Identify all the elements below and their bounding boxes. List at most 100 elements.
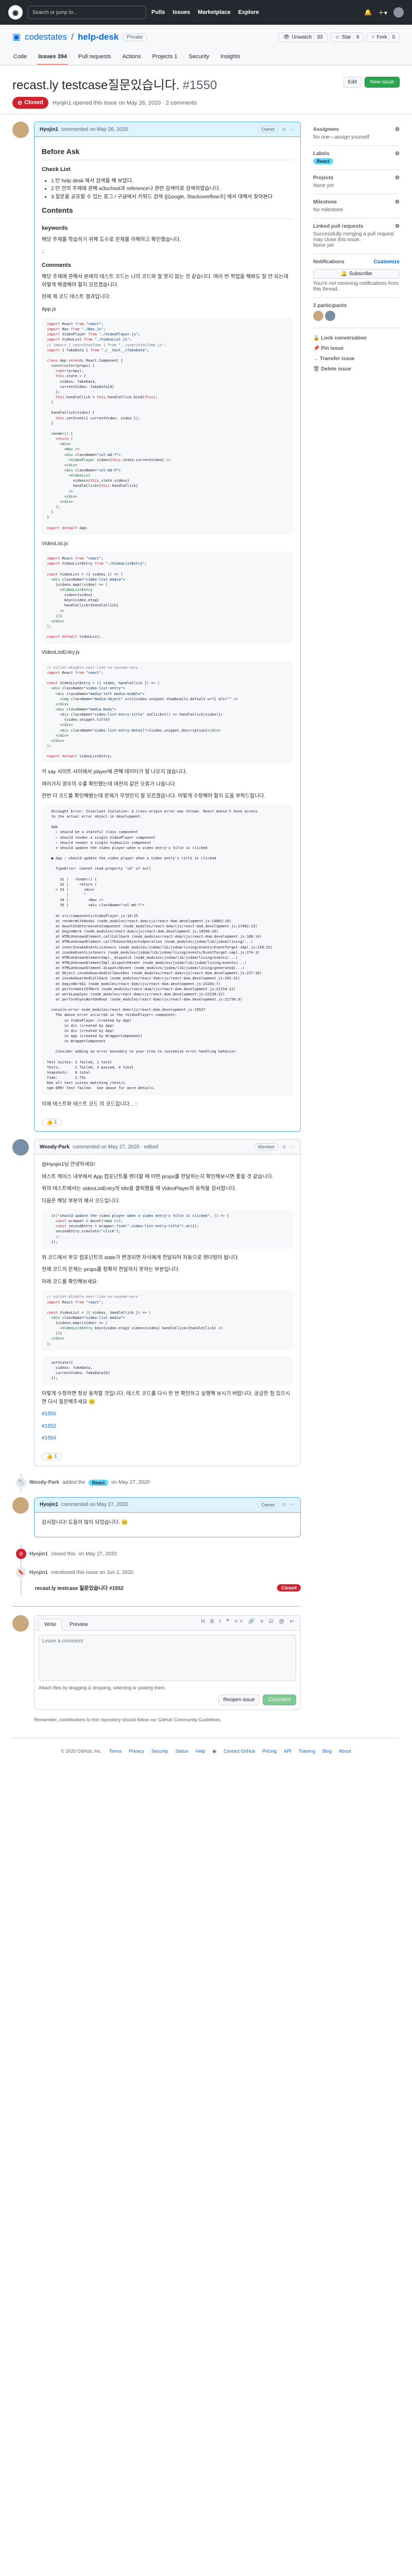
delete-issue[interactable]: 🗑 Delete issue [313, 364, 400, 375]
smiley-icon[interactable]: ☺ [282, 127, 287, 132]
issue-header: recast.ly testcase질문있습니다. #1550 Edit New … [0, 65, 412, 114]
nav-issues[interactable]: Issues [173, 9, 190, 15]
tab-security[interactable]: Security [188, 49, 211, 65]
nav-explore[interactable]: Explore [238, 9, 259, 15]
footer-link[interactable]: API [284, 1749, 291, 1754]
nav-marketplace[interactable]: Marketplace [198, 9, 231, 15]
kebab-icon[interactable]: ⋯ [290, 1502, 295, 1507]
sidebar-heading[interactable]: Projects [313, 175, 333, 181]
footer-link[interactable]: Privacy [129, 1749, 144, 1754]
sidebar-heading[interactable]: Labels [313, 151, 330, 157]
comment-author[interactable]: Hyojin1 [40, 1502, 58, 1507]
nav-pulls[interactable]: Pulls [151, 9, 165, 15]
repo-owner-link[interactable]: codestates [25, 32, 67, 42]
footer-link[interactable]: Pricing [263, 1749, 277, 1754]
tab-issues[interactable]: Issues 394 [37, 49, 68, 65]
comment-timestamp[interactable]: commented on May 27, 2020 · edited [73, 1144, 158, 1150]
comment-textarea[interactable]: Leave a comment [39, 1635, 296, 1682]
subscribe-label: Subscribe [349, 271, 372, 277]
role-badge: Owner [258, 126, 279, 133]
avatar[interactable] [12, 1615, 29, 1632]
smiley-icon[interactable]: ☺ [282, 1502, 287, 1507]
footer-link[interactable]: Status [175, 1749, 188, 1754]
footer-link[interactable]: Security [151, 1749, 168, 1754]
customize-link[interactable]: Customize [373, 259, 400, 265]
gear-icon[interactable]: ⚙ [395, 151, 400, 157]
tab-write[interactable]: Write [39, 1619, 62, 1631]
event-time[interactable]: on May 27, 2020 [78, 1551, 117, 1557]
pin-issue[interactable]: 📌 Pin issue [313, 344, 400, 354]
event-time[interactable]: on May 27, 2020 [111, 1480, 150, 1485]
issue-link[interactable]: #1550 [42, 1411, 56, 1417]
toolbar-icons[interactable]: H B I ❝ <> 🔗 ≡ ☑ @ ↩ [201, 1619, 296, 1630]
transfer-label: Transfer issue [319, 356, 355, 362]
new-issue-button[interactable]: New issue [364, 77, 400, 88]
user-avatar[interactable] [393, 7, 404, 18]
plus-icon[interactable]: ＋▾ [378, 8, 387, 17]
footer-link[interactable]: About [339, 1749, 351, 1754]
tab-pull-requests[interactable]: Pull requests [77, 49, 112, 65]
event-actor[interactable]: Woody-Park [29, 1480, 59, 1485]
timeline-comment: Hyojin1 commented on May 26, 2020 Owner … [12, 122, 301, 1132]
gear-icon[interactable]: ⚙ [395, 224, 400, 229]
fork-button[interactable]: ⑂ Fork 0 [367, 32, 400, 42]
comment-timestamp[interactable]: commented on May 27, 2020 [61, 1502, 128, 1507]
sidebar-heading[interactable]: Milestone [313, 199, 337, 205]
attach-hint[interactable]: Attach files by dragging & dropping, sel… [39, 1685, 296, 1690]
tab-projects[interactable]: Projects 1 [151, 49, 179, 65]
footer-link[interactable]: Help [196, 1749, 205, 1754]
comment-button[interactable]: Comment [262, 1694, 296, 1706]
label-react[interactable]: React [88, 1479, 109, 1486]
bell-icon[interactable]: 🔔 [364, 9, 372, 16]
error-text-2: 여러가지 경우의 수를 확인했는데 여전히 같은 오류가 나옵니다. [42, 781, 177, 787]
kebab-icon[interactable]: ⋯ [290, 127, 295, 132]
smiley-icon[interactable]: ☺ [282, 1144, 287, 1150]
avatar[interactable] [12, 1139, 29, 1156]
footer-link[interactable]: Blog [322, 1749, 332, 1754]
avatar[interactable] [12, 1497, 29, 1514]
avatar[interactable] [313, 311, 323, 321]
tab-preview[interactable]: Preview [64, 1619, 94, 1630]
label-react[interactable]: React [313, 158, 333, 164]
gear-icon[interactable]: ⚙ [395, 175, 400, 181]
star-button[interactable]: ☆ Star 9 [330, 32, 364, 42]
comments-text-2: 현재 제 코드 테스트 결과입니다: [42, 294, 111, 300]
edit-button[interactable]: Edit [343, 77, 362, 88]
comment-author[interactable]: Woody-Park [40, 1144, 70, 1150]
footer-link[interactable]: Contact GitHub [224, 1749, 255, 1754]
github-logo-icon[interactable]: ◉ [8, 5, 23, 20]
gear-icon[interactable]: ⚙ [395, 127, 400, 132]
tab-insights[interactable]: Insights [219, 49, 241, 65]
reaction-thumbs-up[interactable]: 👍 1 [42, 1452, 62, 1461]
avatar[interactable] [324, 311, 335, 321]
event-actor[interactable]: Hyojin1 [29, 1551, 48, 1557]
reply-text-3: 위의 테스트에서는 videoListEntry의 title을 클릭했을 때 … [42, 1186, 236, 1192]
sidebar-heading[interactable]: Linked pull requests [313, 224, 363, 229]
sidebar-heading[interactable]: Assignees [313, 127, 339, 132]
fork-icon: ⑂ [371, 34, 375, 40]
subscribe-button[interactable]: 🔔 Subscribe [313, 269, 400, 279]
sidebar-value[interactable]: No one—assign yourself [313, 134, 400, 140]
avatar[interactable] [12, 122, 29, 138]
watch-button[interactable]: 👁 Unwatch 33 [278, 32, 328, 42]
comment-author[interactable]: Hyojin1 [40, 127, 58, 132]
repo-name-link[interactable]: help-desk [78, 32, 118, 42]
tab-actions[interactable]: Actions [122, 49, 142, 65]
lock-conversation[interactable]: 🔒 Lock conversation [313, 333, 400, 344]
transfer-issue[interactable]: → Transfer issue [313, 354, 400, 364]
footer-link[interactable]: Terms [109, 1749, 122, 1754]
comment-timestamp[interactable]: commented on May 26, 2020 [61, 127, 128, 132]
github-logo-icon[interactable]: ◉ [212, 1749, 216, 1754]
sidebar-labels: Labels ⚙ React [313, 146, 400, 170]
event-actor[interactable]: Hyojin1 [29, 1570, 48, 1575]
kebab-icon[interactable]: ⋯ [290, 1144, 295, 1150]
gear-icon[interactable]: ⚙ [395, 199, 400, 205]
issue-link[interactable]: #1554 [42, 1435, 56, 1441]
search-input[interactable]: Search or jump to... [28, 6, 146, 19]
reference-title[interactable]: recast.ly testcase 질문있습니다 #1552 [35, 1584, 124, 1591]
tab-code[interactable]: Code [12, 49, 28, 65]
reaction-thumbs-up[interactable]: 👍 1 [42, 1118, 62, 1127]
footer-link[interactable]: Training [299, 1749, 315, 1754]
reopen-issue-button[interactable]: Reopen issue [218, 1694, 260, 1706]
issue-link[interactable]: #1552 [42, 1423, 56, 1429]
